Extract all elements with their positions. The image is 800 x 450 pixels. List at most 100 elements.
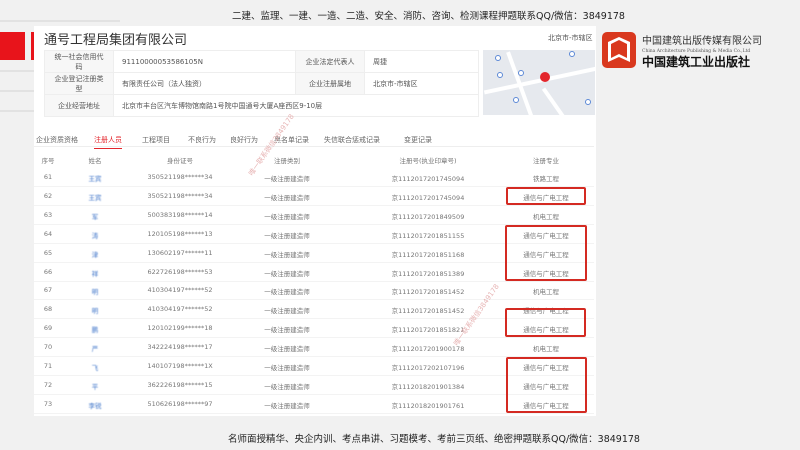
reg-type: 一级注册建造师 — [264, 364, 310, 372]
person-name-link[interactable]: 军 — [92, 211, 99, 221]
table-header: 序号 姓名 身份证号 注册类别 注册号(执业印章号) 注册专业 — [34, 150, 594, 168]
specialty: 铁路工程 — [533, 175, 559, 183]
reg-number: 京1112017202107196 — [391, 364, 465, 372]
tab-qualification[interactable]: 企业资质资格 — [36, 135, 78, 145]
table-row: 61 王宾 350521198******34 一级注册建造师 京11120172017… — [34, 168, 594, 187]
reg-type: 有限责任公司（法人独资） — [113, 72, 296, 95]
tab-bad-behavior[interactable]: 不良行为 — [188, 135, 216, 145]
row-no: 63 — [43, 210, 53, 219]
tab-change-records[interactable]: 变更记录 — [404, 135, 432, 145]
tab-good-behavior[interactable]: 良好行为 — [230, 135, 258, 145]
row-no: 72 — [43, 380, 53, 389]
reg-type: 一级注册建造师 — [264, 231, 310, 240]
row-no: 66 — [43, 267, 53, 276]
row-no: 64 — [43, 229, 53, 238]
reg-type: 一级注册建造师 — [264, 382, 310, 391]
col-specialty: 注册专业 — [533, 157, 559, 165]
highlight-box — [505, 225, 587, 281]
reg-type: 一级注册建造师 — [264, 212, 310, 221]
person-name-link[interactable]: 涛 — [92, 230, 99, 240]
row-no: 70 — [43, 343, 53, 352]
reg-number: 京1112017201851168 — [391, 250, 465, 259]
map-region: 北京市-市辖区 — [548, 34, 593, 42]
id-number: 350521198******34 — [147, 173, 213, 181]
person-name-link[interactable]: 王宾 — [89, 192, 102, 202]
row-no: 73 — [43, 399, 53, 408]
row-no: 65 — [43, 248, 53, 257]
person-name-link[interactable]: 津 — [92, 249, 99, 259]
col-name: 姓名 — [88, 157, 102, 165]
id-number: 410304197******52 — [147, 286, 213, 295]
top-banner: 二建、监理、一建、一造、二造、安全、消防、咨询、检测课程押题联系QQ/微信：38… — [232, 11, 625, 22]
tab-registered-staff[interactable]: 注册人员 — [94, 135, 122, 149]
col-id: 身份证号 — [167, 157, 193, 165]
person-name-link[interactable]: 明 — [92, 286, 99, 296]
reg-type: 一级注册建造师 — [264, 250, 310, 259]
credit-code: 91110000053586105N — [113, 50, 296, 73]
row-no: 69 — [43, 324, 53, 333]
svg-text:中国建筑出版传媒有限公司: 中国建筑出版传媒有限公司 — [642, 34, 762, 47]
legal-rep: 周捷 — [364, 50, 479, 73]
label: 统一社会信用代码 — [44, 50, 114, 73]
person-name-link[interactable]: 鹏 — [92, 324, 99, 334]
svg-text:中国建筑工业出版社: 中国建筑工业出版社 — [642, 54, 750, 69]
highlight-box — [506, 187, 586, 205]
id-number: 120105198******13 — [147, 229, 213, 238]
id-number: 130602197******11 — [147, 248, 213, 257]
specialty: 机电工程 — [533, 345, 559, 354]
row-no: 68 — [43, 305, 53, 314]
reg-number: 京1112017201851821 — [391, 326, 465, 335]
reg-number: 京1112017201849509 — [391, 212, 465, 221]
id-number: 140107198******1X — [147, 362, 213, 370]
person-name-link[interactable]: 李锐 — [89, 400, 102, 410]
id-number: 362226198******15 — [147, 380, 213, 389]
highlight-box — [506, 357, 587, 413]
label: 企业注册属地 — [295, 72, 365, 95]
id-number: 622726198******53 — [147, 267, 213, 276]
specialty: 机电工程 — [533, 212, 559, 221]
person-name-link[interactable]: 明 — [92, 305, 99, 315]
label: 企业法定代表人 — [295, 50, 365, 73]
person-name-link[interactable]: 严 — [92, 343, 99, 353]
reg-type: 一级注册建造师 — [264, 193, 310, 202]
svg-text:China Architecture Publishing: China Architecture Publishing & Media Co… — [642, 48, 750, 54]
company-info-table: 统一社会信用代码 91110000053586105N 企业法定代表人 周捷 企业登记… — [44, 50, 479, 117]
label: 企业经营地址 — [44, 94, 114, 117]
row-no: 62 — [43, 191, 53, 200]
tab-joint-punishment[interactable]: 失信联合惩戒记录 — [324, 135, 380, 145]
tab-projects[interactable]: 工程项目 — [142, 135, 170, 145]
id-number: 342224198******17 — [147, 343, 213, 352]
reg-type: 一级注册建造师 — [264, 175, 310, 183]
reg-type: 一级注册建造师 — [264, 401, 310, 410]
id-number: 500383198******14 — [147, 210, 213, 219]
map-pin-icon[interactable] — [540, 72, 550, 82]
id-number: 120102199******18 — [147, 324, 213, 333]
reg-type: 一级注册建造师 — [264, 326, 310, 335]
reg-number: 京1112017201900178 — [391, 345, 465, 354]
reg-type: 一级注册建造师 — [264, 345, 310, 354]
specialty: 机电工程 — [533, 288, 559, 297]
col-reg-no: 注册号(执业印章号) — [399, 157, 457, 165]
table-row: 63 军 500383198******14 一级注册建造师 京111201720184… — [34, 206, 594, 225]
table-row: 67 明 410304197******52 一级注册建造师 京111201720185… — [34, 281, 594, 301]
label: 企业登记注册类型 — [44, 72, 114, 95]
reg-type: 一级注册建造师 — [264, 288, 310, 297]
table-row: 70 严 342224198******17 一级注册建造师 京111201720190… — [34, 338, 594, 358]
bottom-banner: 名师面授精华、央企内训、考点串讲、习题模考、考前三页纸、绝密押题联系QQ/微信：… — [228, 434, 640, 445]
red-accent-block — [0, 32, 25, 60]
company-name: 通号工程局集团有限公司 — [44, 33, 188, 48]
col-type: 注册类别 — [274, 157, 300, 165]
person-name-link[interactable]: 飞 — [92, 362, 99, 372]
reg-number: 京1112018201901384 — [391, 382, 465, 391]
location-map[interactable] — [483, 50, 595, 115]
address: 北京市丰台区汽车博物馆南路1号院中国通号大厦A座西区9-10层 — [113, 94, 479, 117]
reg-place: 北京市-市辖区 — [364, 72, 479, 95]
person-name-link[interactable]: 平 — [92, 381, 99, 391]
reg-number: 京1112017201851452 — [391, 307, 465, 316]
publisher-logo: 中国建筑出版传媒有限公司 China Architecture Publishi… — [602, 32, 762, 69]
reg-number: 京1112017201851389 — [391, 269, 465, 278]
person-name-link[interactable]: 王宾 — [89, 173, 102, 183]
person-name-link[interactable]: 祥 — [92, 268, 99, 278]
tab-bar: 企业资质资格 注册人员 工程项目 不良行为 良好行为 黑名单记录 失信联合惩戒记… — [34, 133, 594, 149]
highlight-box — [505, 308, 586, 337]
